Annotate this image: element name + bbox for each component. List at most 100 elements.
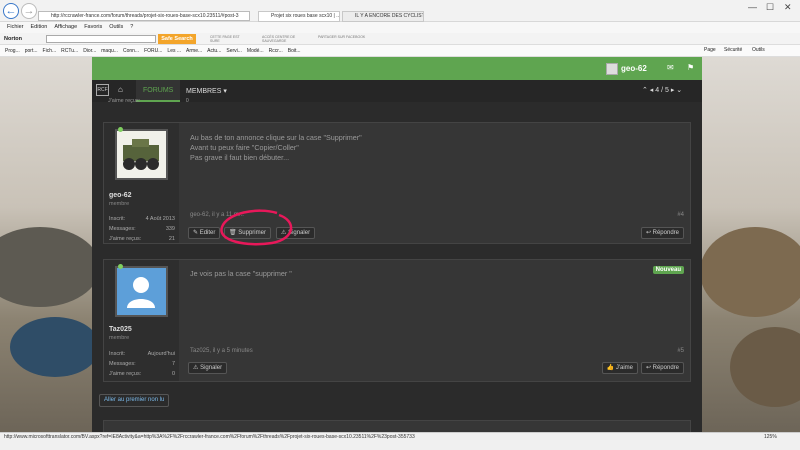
fav-item[interactable]: FORU... bbox=[144, 45, 162, 56]
post-4-body: Au bas de ton annonce clique sur la case… bbox=[190, 133, 362, 163]
fav-item[interactable]: port... bbox=[25, 45, 38, 56]
status-bar: http://www.microsofttranslator.com/BV.as… bbox=[0, 432, 800, 450]
fav-item[interactable]: RCTu... bbox=[61, 45, 78, 56]
site-logo[interactable]: RCF bbox=[96, 84, 109, 96]
previous-post-stat: J'aime reçus: 0 bbox=[108, 98, 189, 104]
page-menu[interactable]: Page bbox=[704, 47, 716, 53]
post-4-line: Pas grave il faut bien débuter... bbox=[190, 153, 290, 162]
nav-forums[interactable]: FORUMS bbox=[143, 87, 173, 94]
favorites-bar: Prog... port... Fich... RCTu... Dior... maqu.… bbox=[0, 45, 800, 57]
reply-label: Répondre bbox=[652, 230, 679, 236]
thread-content: J'aime reçus: 0 geo-62 membre Inscrit: 4 … bbox=[92, 98, 702, 434]
post-4-avatar[interactable] bbox=[115, 129, 168, 180]
previous-stat-value: 0 bbox=[185, 98, 189, 104]
status-url: http://www.microsofttranslator.com/BV.as… bbox=[4, 434, 415, 440]
address-bar[interactable]: http://rccrawler-france.com/forum/thread… bbox=[38, 11, 250, 21]
fav-item[interactable]: Prog... bbox=[5, 45, 20, 56]
menu-fichier[interactable]: Fichier bbox=[7, 24, 24, 30]
post-5-stat-likes: J'aime reçus: 0 bbox=[109, 371, 175, 377]
post-5-sidebar: Taz025 membre Inscrit: Aujourd'hui Messag… bbox=[104, 260, 179, 381]
post-4-stat-likes: J'aime reçus: 21 bbox=[109, 236, 175, 242]
user-avatar[interactable] bbox=[606, 63, 618, 75]
pencil-icon: ✎ bbox=[193, 230, 199, 236]
menu-favoris[interactable]: Favoris bbox=[84, 24, 102, 30]
norton-search-input[interactable] bbox=[46, 35, 156, 43]
edit-label: Editer bbox=[199, 230, 216, 236]
pagination-label: 4 / 5 bbox=[655, 87, 669, 94]
post-5-stat-joined: Inscrit: Aujourd'hui bbox=[109, 351, 175, 357]
fav-item[interactable]: Dior... bbox=[83, 45, 96, 56]
reply-icon: ↩ bbox=[645, 230, 651, 236]
user-name[interactable]: geo-62 bbox=[621, 64, 647, 73]
close-icon[interactable]: ✕ bbox=[784, 2, 792, 13]
pagination[interactable]: ⌃ ◂ 4 / 5 ▸ ⌄ bbox=[642, 86, 682, 94]
fav-item[interactable]: Boit... bbox=[288, 45, 301, 56]
previous-stat-label: J'aime reçus: bbox=[108, 98, 141, 104]
page-safe-tool[interactable]: CETTE PAGE EST SURE bbox=[210, 35, 250, 43]
fav-item[interactable]: maqu... bbox=[101, 45, 118, 56]
security-menu[interactable]: Sécurité bbox=[724, 47, 742, 53]
post-5-avatar[interactable] bbox=[115, 266, 168, 317]
post-4-line: Au bas de ton annonce clique sur la case… bbox=[190, 133, 362, 142]
warning-icon: ⚠ bbox=[193, 365, 199, 371]
tools-menu[interactable]: Outils bbox=[752, 47, 765, 53]
like-label: J'aime bbox=[615, 365, 633, 371]
minimize-icon[interactable]: — bbox=[748, 2, 757, 12]
fav-item[interactable]: Actu... bbox=[207, 45, 221, 56]
post-4-number[interactable]: #4 bbox=[677, 212, 684, 218]
menu-help[interactable]: ? bbox=[130, 24, 133, 30]
post-4-line: Avant tu peux faire "Copier/Coller" bbox=[190, 143, 299, 152]
reply-button[interactable]: ↩ Répondre bbox=[640, 362, 684, 374]
like-button[interactable]: 👍 J'aime bbox=[601, 362, 638, 374]
reply-icon: ↩ bbox=[645, 365, 651, 371]
edit-button[interactable]: ✎ Editer bbox=[188, 227, 221, 239]
post-4-username[interactable]: geo-62 bbox=[109, 192, 132, 199]
reply-button[interactable]: ↩ Répondre bbox=[640, 227, 684, 239]
post-4-stat-messages: Messages: 339 bbox=[109, 226, 175, 232]
backup-tool[interactable]: ACCÈS CENTRE DE SAUVEGARDE bbox=[262, 35, 310, 43]
menu-affichage[interactable]: Affichage bbox=[54, 24, 77, 30]
post-5-line: Je vois pas la case "supprimer " bbox=[190, 269, 292, 278]
post-5-number[interactable]: #5 bbox=[677, 348, 684, 354]
fav-item[interactable]: Rccr... bbox=[269, 45, 283, 56]
fav-item[interactable]: Les ... bbox=[167, 45, 181, 56]
fav-item[interactable]: Arme... bbox=[186, 45, 202, 56]
nav-membres[interactable]: MEMBRES ▾ bbox=[186, 87, 227, 95]
facebook-share-tool[interactable]: PARTAGER SUR FACEBOOK bbox=[318, 35, 366, 39]
menu-bar: Fichier Edition Affichage Favoris Outils? bbox=[0, 22, 800, 33]
menu-outils[interactable]: Outils bbox=[109, 24, 123, 30]
menu-edition[interactable]: Edition bbox=[31, 24, 48, 30]
post-4-sidebar: geo-62 membre Inscrit: 4 Août 2013 Messag… bbox=[104, 123, 179, 243]
post-4-role: membre bbox=[109, 201, 130, 207]
forward-button[interactable]: → bbox=[21, 3, 37, 19]
tab-projet[interactable]: Projet six roues base scx10 | ... bbox=[258, 11, 340, 22]
report-label: Signaler bbox=[200, 365, 223, 371]
fav-item[interactable]: Servi... bbox=[226, 45, 242, 56]
post-5-body: Je vois pas la case "supprimer " bbox=[190, 269, 292, 279]
fav-item[interactable]: Conn... bbox=[123, 45, 139, 56]
flag-icon[interactable]: ⚑ bbox=[687, 63, 694, 72]
fav-item[interactable]: Fich... bbox=[43, 45, 57, 56]
back-button[interactable]: ← bbox=[3, 3, 19, 19]
post-4: geo-62 membre Inscrit: 4 Août 2013 Messag… bbox=[103, 122, 691, 246]
post-5: Taz025 membre Inscrit: Aujourd'hui Messag… bbox=[103, 259, 691, 382]
report-button[interactable]: ⚠ Signaler bbox=[188, 362, 228, 374]
maximize-icon[interactable]: ☐ bbox=[766, 2, 774, 13]
zoom-level[interactable]: 125% bbox=[764, 433, 777, 442]
mail-icon[interactable]: ✉ bbox=[667, 63, 674, 72]
norton-logo: Norton bbox=[4, 36, 23, 42]
reply-label: Répondre bbox=[652, 365, 679, 371]
red-circle-annotation bbox=[220, 209, 293, 246]
post-5-username[interactable]: Taz025 bbox=[109, 326, 132, 333]
new-badge: Nouveau bbox=[652, 266, 684, 274]
first-unread-button[interactable]: Aller au premier non lu bbox=[99, 394, 170, 407]
fav-item[interactable]: Modé... bbox=[247, 45, 264, 56]
safe-search-button[interactable]: Safe Search bbox=[158, 34, 196, 44]
thumbs-up-icon: 👍 bbox=[606, 365, 615, 371]
post-5-role: membre bbox=[109, 335, 130, 341]
home-icon[interactable]: ⌂ bbox=[118, 85, 123, 94]
nav-membres-label: MEMBRES bbox=[186, 88, 222, 95]
post-5-meta[interactable]: Taz025, il y a 5 minutes bbox=[190, 348, 253, 354]
post-5-stat-messages: Messages: 7 bbox=[109, 361, 175, 367]
tab-cyclistes[interactable]: IL Y A ENCORE DES CYCLISTES... bbox=[342, 11, 424, 22]
